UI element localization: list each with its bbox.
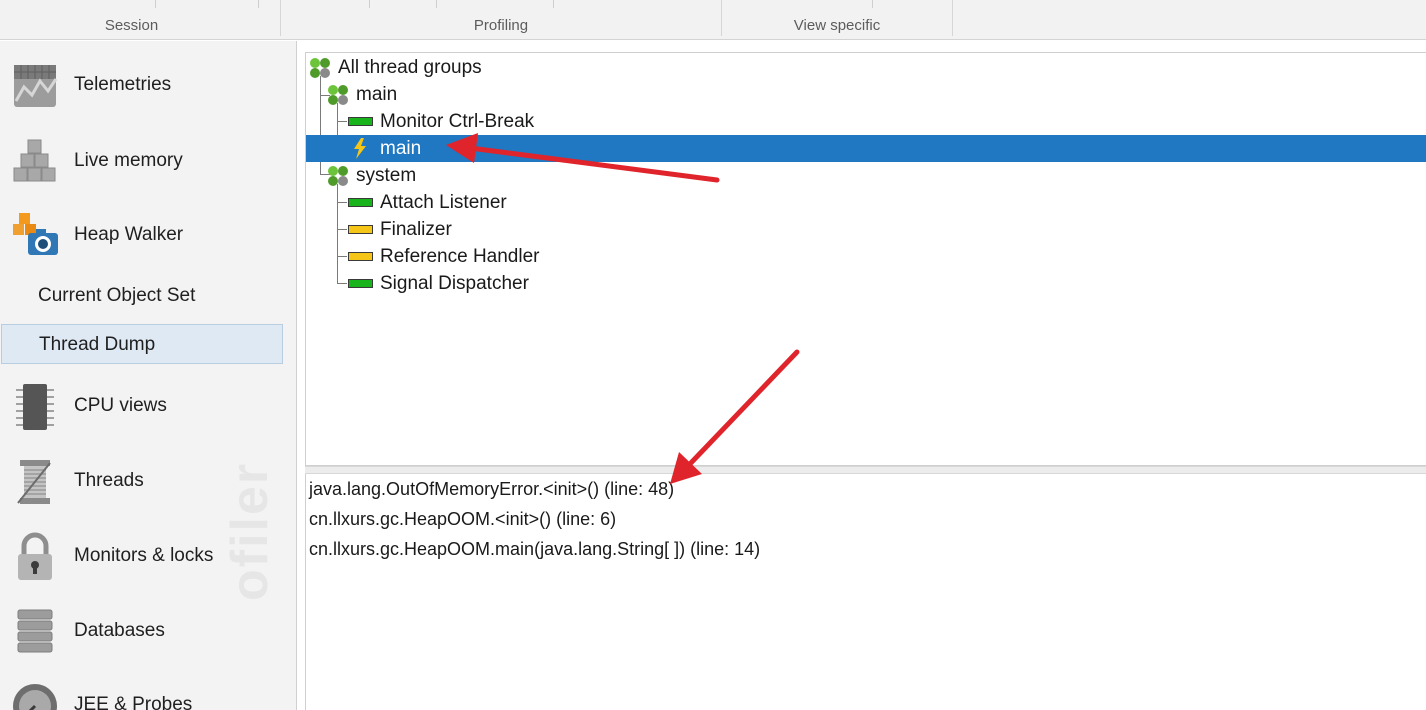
tree-row-all-thread-groups[interactable]: All thread groups	[306, 54, 1426, 81]
thread-tree[interactable]: All thread groups main Monitor Ctrl-Brea…	[305, 52, 1426, 466]
thread-runnable-icon	[348, 117, 373, 126]
sidebar-item-databases[interactable]: Databases	[0, 595, 296, 667]
sidebar-item-label: Threads	[74, 470, 144, 491]
thread-runnable-icon	[348, 279, 373, 288]
toolbar-group-separator	[952, 0, 953, 36]
live-memory-icon	[13, 139, 56, 182]
sidebar-subitem-current-object-set[interactable]: Current Object Set	[0, 276, 284, 316]
sidebar-subitem-label: Current Object Set	[38, 285, 196, 306]
tree-row-thread-signal-dispatcher[interactable]: Signal Dispatcher	[306, 270, 1426, 297]
stack-trace-panel: java.lang.OutOfMemoryError.<init>() (lin…	[305, 474, 1426, 710]
tree-row-label: system	[356, 165, 417, 186]
tree-row-label: Signal Dispatcher	[380, 273, 529, 294]
tree-row-label: Attach Listener	[380, 192, 507, 213]
toolbar-group-profiling-label: Profiling	[473, 17, 529, 34]
sidebar-item-label: Databases	[74, 620, 165, 641]
toolbar-divider	[155, 0, 156, 8]
tree-row-label: All thread groups	[338, 57, 482, 78]
sidebar-item-monitors-locks[interactable]: Monitors & locks	[0, 520, 296, 592]
databases-icon	[17, 609, 53, 653]
toolbar-divider	[553, 0, 554, 8]
sidebar-item-jee-probes[interactable]: JEE & Probes	[0, 669, 296, 710]
thread-waiting-icon	[348, 225, 373, 234]
monitors-locks-icon	[18, 532, 52, 580]
toolbar-divider	[369, 0, 370, 8]
thread-group-icon	[328, 85, 348, 105]
sidebar-item-label: Telemetries	[74, 74, 172, 95]
sidebar-item-cpu-views[interactable]: CPU views	[0, 370, 296, 442]
thread-runnable-icon	[348, 198, 373, 207]
stack-frame[interactable]: java.lang.OutOfMemoryError.<init>() (lin…	[309, 479, 674, 500]
tree-row-label: Monitor Ctrl-Break	[380, 111, 535, 132]
cpu-views-icon	[16, 384, 54, 430]
sidebar-item-label: Live memory	[74, 150, 183, 171]
sidebar-item-label: Monitors & locks	[74, 545, 214, 566]
tree-row-thread-monitor-ctrl-break[interactable]: Monitor Ctrl-Break	[306, 108, 1426, 135]
sidebar: ofiler Telemetries Live memory Heap Walk…	[0, 41, 297, 710]
thread-group-icon	[328, 166, 348, 186]
panel-splitter[interactable]	[305, 466, 1426, 474]
lightning-icon	[354, 138, 366, 159]
sidebar-item-label: JEE & Probes	[74, 694, 193, 710]
thread-waiting-icon	[348, 252, 373, 261]
tree-row-label: main	[356, 84, 398, 105]
stack-frame[interactable]: cn.llxurs.gc.HeapOOM.main(java.lang.Stri…	[309, 539, 760, 560]
sidebar-subitem-thread-dump[interactable]: Thread Dump	[1, 324, 283, 364]
sidebar-item-label: Heap Walker	[74, 224, 184, 245]
sidebar-item-telemetries[interactable]: Telemetries	[0, 49, 296, 121]
tree-row-label: Finalizer	[380, 219, 452, 240]
tree-row-group-main[interactable]: main	[306, 81, 1426, 108]
threads-icon	[17, 460, 51, 504]
telemetries-icon	[14, 65, 58, 107]
toolbar-group-view-specific-label: View specific	[793, 17, 881, 34]
heap-walker-icon	[13, 213, 58, 255]
toolbar-divider	[872, 0, 873, 8]
sidebar-item-live-memory[interactable]: Live memory	[0, 125, 296, 197]
toolbar-divider	[436, 0, 437, 8]
tree-row-label: Reference Handler	[380, 246, 540, 267]
tree-row-thread-attach-listener[interactable]: Attach Listener	[306, 189, 1426, 216]
sidebar-subitem-label: Thread Dump	[39, 334, 156, 355]
tree-row-thread-main[interactable]: main	[306, 135, 1426, 162]
tree-row-label: main	[380, 138, 422, 159]
stack-frame[interactable]: cn.llxurs.gc.HeapOOM.<init>() (line: 6)	[309, 509, 616, 530]
toolbar-divider	[258, 0, 259, 8]
thread-group-icon	[310, 58, 330, 78]
tree-row-thread-finalizer[interactable]: Finalizer	[306, 216, 1426, 243]
sidebar-item-threads[interactable]: Threads	[0, 445, 296, 517]
sidebar-item-label: CPU views	[74, 395, 167, 416]
toolbar: Session Profiling View specific	[0, 0, 1426, 40]
tree-row-group-system[interactable]: system	[306, 162, 1426, 189]
tree-row-thread-reference-handler[interactable]: Reference Handler	[306, 243, 1426, 270]
jee-probes-icon	[13, 684, 57, 710]
sidebar-item-heap-walker[interactable]: Heap Walker	[0, 199, 296, 271]
toolbar-group-session-label: Session	[104, 17, 159, 34]
